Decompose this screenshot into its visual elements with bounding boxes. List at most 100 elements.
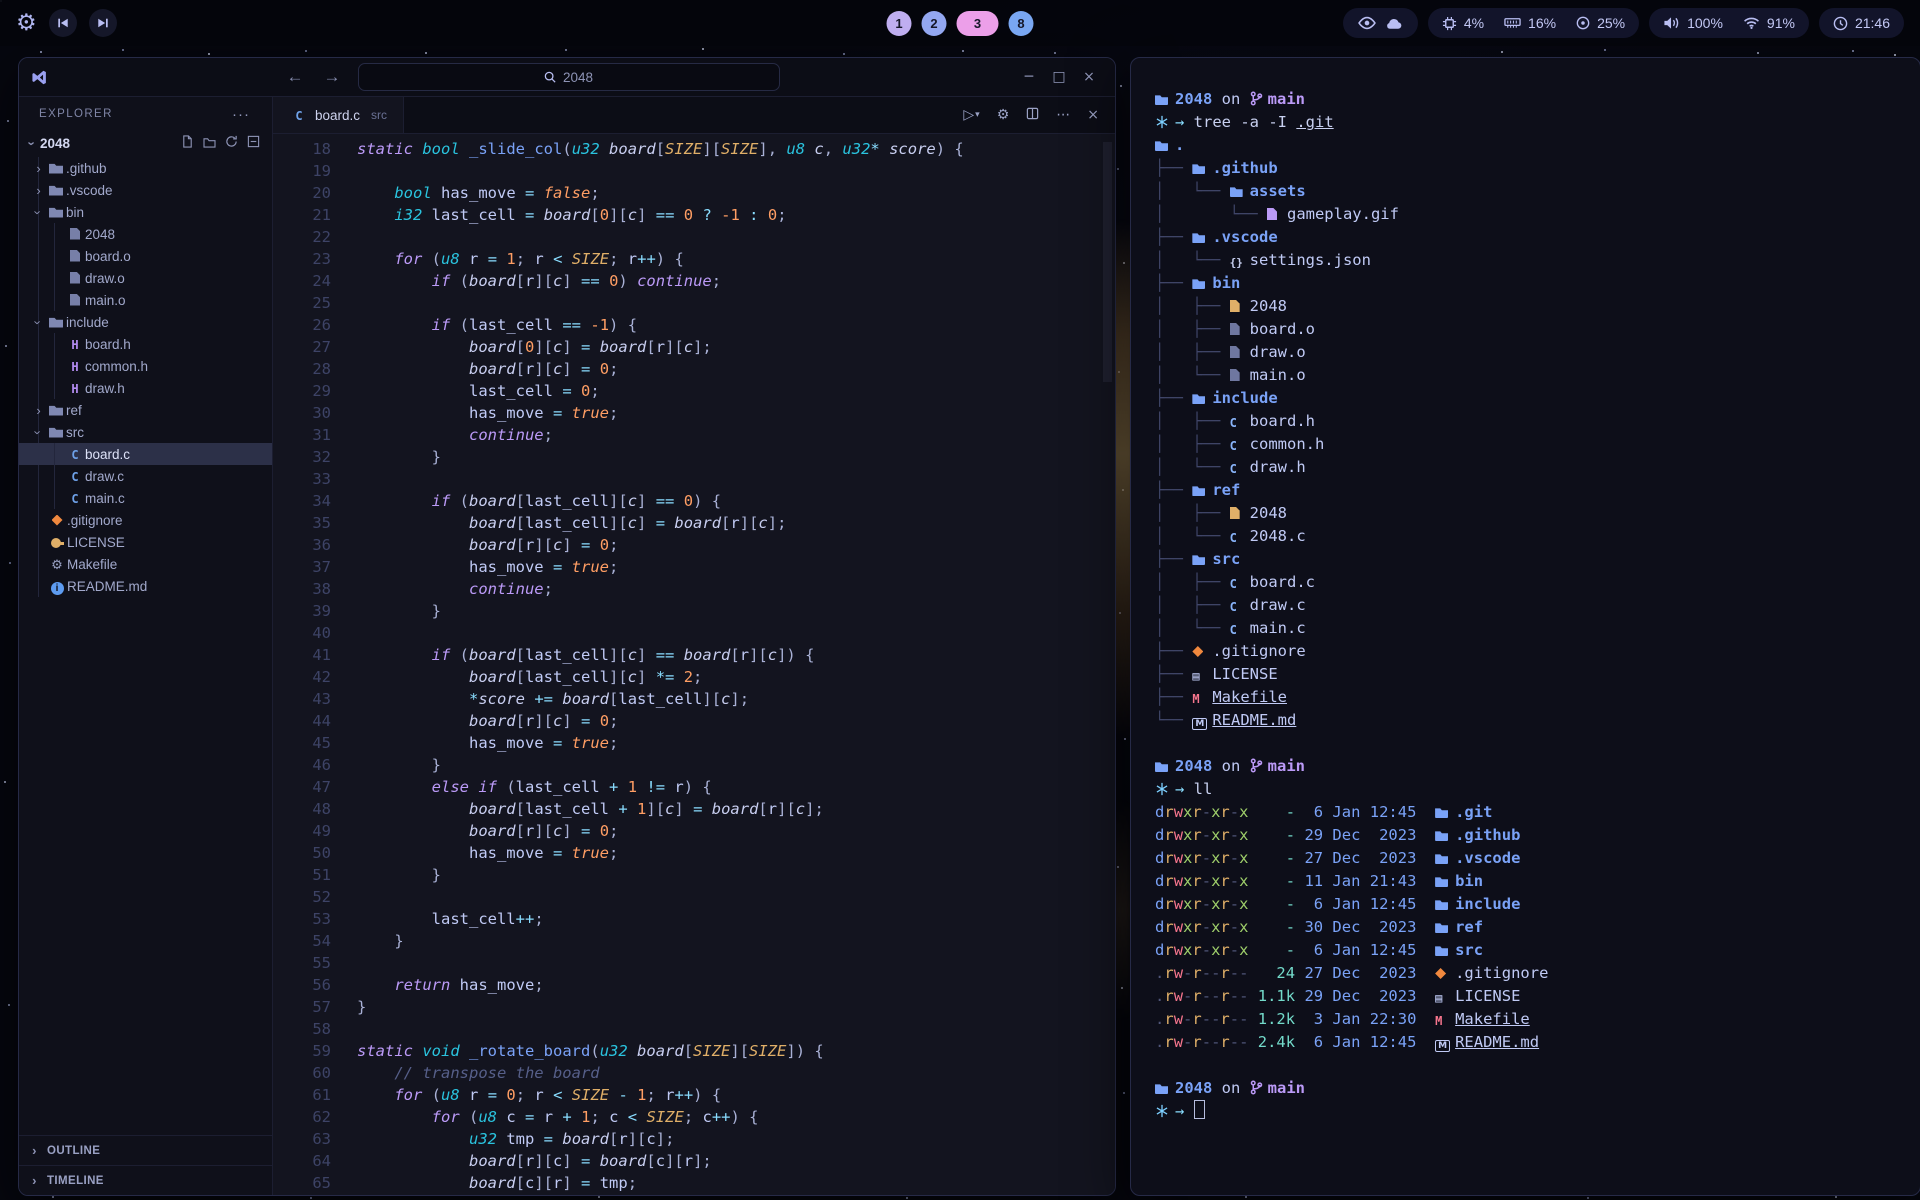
minimize-button[interactable]: ─	[1015, 68, 1043, 86]
explorer-more-actions-button[interactable]: ···	[226, 105, 256, 124]
tree-item-bin[interactable]: bin	[19, 201, 272, 223]
file-obj-icon	[65, 271, 85, 286]
tree-item-.vscode[interactable]: .vscode	[19, 179, 272, 201]
workspace-2[interactable]: 2	[922, 11, 947, 36]
nav-forward-button[interactable]: →	[317, 67, 348, 87]
tree-item-common.h[interactable]: common.h	[19, 355, 272, 377]
line-number: 59	[273, 1040, 331, 1062]
chevron-down-icon: ▾	[975, 110, 980, 120]
code-line-50: 50 has_move = true;	[273, 842, 1115, 864]
tree-item-.github[interactable]: .github	[19, 157, 272, 179]
tree-output-row: │ ├── board.o	[1155, 318, 1896, 341]
tree-item-main.o[interactable]: main.o	[19, 289, 272, 311]
line-number: 20	[273, 182, 331, 204]
tree-output-row: ├── bin	[1155, 272, 1896, 295]
line-text: board[r][c] = board[c][r];	[331, 1150, 712, 1172]
folder-icon	[1155, 88, 1175, 111]
line-number: 53	[273, 908, 331, 930]
collapse-folders-button[interactable]	[247, 135, 260, 151]
outline-section[interactable]: OUTLINE	[19, 1135, 272, 1165]
code-editor[interactable]: 18static bool _slide_col(u32 board[SIZE]…	[273, 134, 1115, 1195]
command-center-search[interactable]: 2048	[358, 63, 780, 91]
tree-item-label: .github	[66, 161, 107, 176]
line-text: }	[331, 446, 441, 468]
tree-item-.gitignore[interactable]: .gitignore	[19, 509, 272, 531]
close-editor-button[interactable]: ×	[1087, 107, 1099, 123]
snowflake-icon	[1155, 1100, 1175, 1123]
tree-item-draw.h[interactable]: draw.h	[19, 377, 272, 399]
tree-item-draw.c[interactable]: draw.c	[19, 465, 272, 487]
line-text	[331, 468, 357, 490]
line-text: if (board[r][c] == 0) continue;	[331, 270, 721, 292]
clock-module[interactable]: 21:46	[1819, 8, 1904, 38]
chevron-right-icon	[27, 1173, 42, 1188]
code-line-60: 60 // transpose the board	[273, 1062, 1115, 1084]
code-line-36: 36 board[r][c] = 0;	[273, 534, 1115, 556]
line-text: continue;	[331, 578, 553, 600]
json-icon	[1230, 249, 1250, 272]
folder-icon	[1192, 387, 1212, 410]
media-previous-button[interactable]	[49, 9, 77, 37]
workspace-3[interactable]: 3	[957, 11, 999, 36]
line-number: 37	[273, 556, 331, 578]
line-text: bool has_move = false;	[331, 182, 600, 204]
maximize-button[interactable]: □	[1045, 68, 1073, 86]
line-number: 49	[273, 820, 331, 842]
tree-item-LICENSE[interactable]: LICENSE	[19, 531, 272, 553]
launcher-gear-icon[interactable]: ⚙	[16, 12, 37, 35]
tree-item-Makefile[interactable]: Makefile	[19, 553, 272, 575]
tree-output-row: ├── LICENSE	[1155, 663, 1896, 686]
line-text: // transpose the board	[331, 1062, 600, 1084]
listing-row: drwxr-xr-x - 11 Jan 21:43 bin	[1155, 870, 1896, 893]
tree-item-board.o[interactable]: board.o	[19, 245, 272, 267]
git-icon	[1435, 962, 1455, 985]
split-editor-button[interactable]	[1026, 107, 1039, 124]
refresh-explorer-button[interactable]	[225, 135, 238, 151]
settings-gear-button[interactable]: ⚙	[997, 107, 1010, 123]
close-button[interactable]: ×	[1075, 68, 1103, 86]
tree-item-label: 2048	[85, 227, 115, 242]
project-root-row[interactable]: 2048	[19, 131, 272, 155]
tree-item-draw.o[interactable]: draw.o	[19, 267, 272, 289]
file-c-icon	[65, 490, 85, 506]
blank-line	[1155, 1054, 1896, 1077]
listing-row: .rw-r--r-- 1.2k 3 Jan 22:30 Makefile	[1155, 1008, 1896, 1031]
tree-item-README.md[interactable]: README.md	[19, 575, 272, 597]
volume-level: 100%	[1687, 15, 1723, 31]
folder-icon	[1192, 479, 1212, 502]
file-h-icon	[65, 358, 85, 374]
new-file-button[interactable]	[181, 135, 194, 151]
timeline-section[interactable]: TIMELINE	[19, 1165, 272, 1195]
line-number: 54	[273, 930, 331, 952]
file-c-icon	[65, 446, 85, 462]
more-actions-button[interactable]: ⋯	[1056, 107, 1070, 123]
run-code-button[interactable]: ▷▾	[963, 107, 979, 123]
cfile-icon	[1230, 571, 1250, 594]
media-next-button[interactable]	[89, 9, 117, 37]
tree-item-board.h[interactable]: board.h	[19, 333, 272, 355]
workspace-8[interactable]: 8	[1009, 11, 1034, 36]
tree-item-board.c[interactable]: board.c	[19, 443, 272, 465]
new-folder-button[interactable]	[203, 136, 216, 151]
code-line-18: 18static bool _slide_col(u32 board[SIZE]…	[273, 138, 1115, 160]
cfile-icon	[1230, 456, 1250, 479]
folder-open-icon	[46, 205, 66, 220]
file-license-icon	[47, 535, 67, 550]
tree-item-2048[interactable]: 2048	[19, 223, 272, 245]
line-number: 62	[273, 1106, 331, 1128]
line-number: 26	[273, 314, 331, 336]
nav-back-button[interactable]: ←	[280, 67, 311, 87]
tree-item-ref[interactable]: ref	[19, 399, 272, 421]
tree-item-src[interactable]: src	[19, 421, 272, 443]
prompt-line: 2048 on main	[1155, 755, 1896, 778]
tree-item-include[interactable]: include	[19, 311, 272, 333]
line-number: 27	[273, 336, 331, 358]
system-stats-module[interactable]: 4% 16% 25%	[1428, 8, 1639, 38]
workspace-1[interactable]: 1	[887, 11, 912, 36]
tab-board-c[interactable]: board.c src	[273, 97, 404, 133]
tree-item-main.c[interactable]: main.c	[19, 487, 272, 509]
weather-module[interactable]	[1343, 8, 1418, 38]
tab-name: board.c	[315, 108, 360, 123]
terminal-window[interactable]: 2048 on main→ tree -a -I .git.├── .githu…	[1130, 57, 1920, 1196]
audio-network-module[interactable]: 100% 91%	[1649, 8, 1809, 38]
